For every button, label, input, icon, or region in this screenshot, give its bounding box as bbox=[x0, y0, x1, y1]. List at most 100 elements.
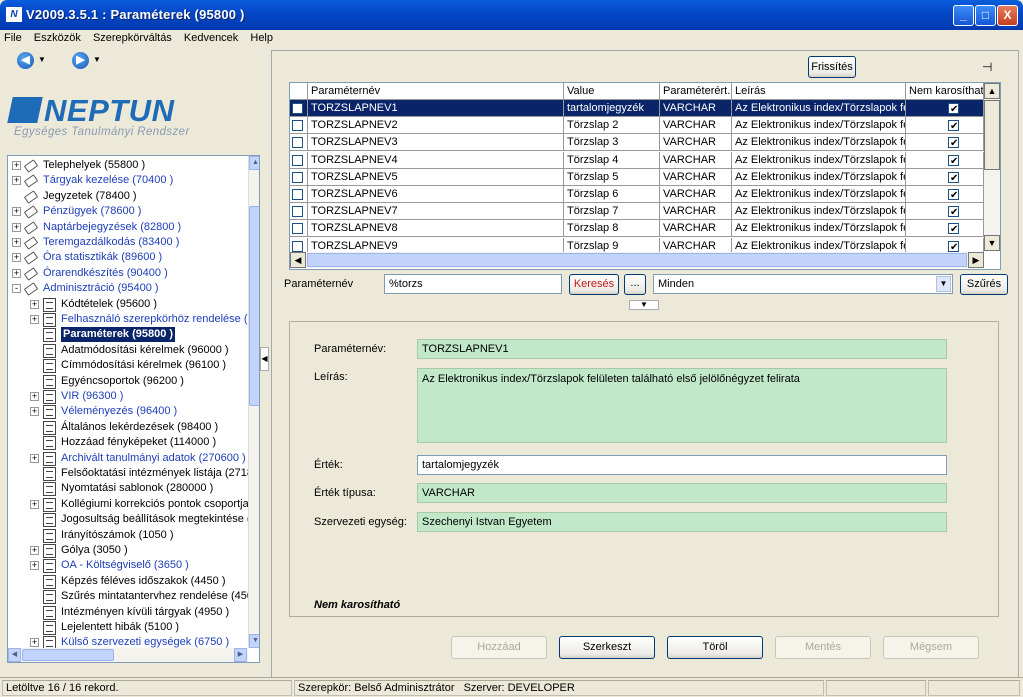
scroll-thumb[interactable] bbox=[307, 253, 967, 267]
nonmodifiable-checkbox[interactable] bbox=[948, 118, 959, 133]
scroll-right-icon[interactable]: ▶ bbox=[968, 252, 984, 268]
cell-type[interactable]: VARCHAR bbox=[660, 168, 732, 186]
tree-item[interactable]: + Felhasználó szerepkörhöz rendelése (9 bbox=[8, 312, 254, 327]
expand-icon[interactable]: + bbox=[30, 638, 39, 648]
col-header-description[interactable]: Leírás bbox=[732, 83, 906, 100]
cell-name[interactable]: TORZSLAPNEV5 bbox=[308, 168, 564, 186]
row-select-checkbox[interactable] bbox=[292, 223, 303, 235]
expand-icon[interactable]: + bbox=[12, 161, 21, 170]
table-row[interactable]: TORZSLAPNEV1 tartalomjegyzék VARCHAR Az Ele… bbox=[290, 100, 984, 117]
cell-value[interactable]: Törzslap 5 bbox=[564, 168, 660, 186]
ellipsis-button[interactable]: ... bbox=[624, 274, 646, 295]
cell-name[interactable]: TORZSLAPNEV8 bbox=[308, 220, 564, 238]
row-select-checkbox[interactable] bbox=[292, 103, 303, 114]
cell-value[interactable]: tartalomjegyzék bbox=[564, 100, 660, 117]
expand-icon[interactable]: + bbox=[30, 499, 39, 509]
table-row[interactable]: TORZSLAPNEV8 Törzslap 8 VARCHAR Az Elektron… bbox=[290, 220, 984, 238]
detail-description-field[interactable]: Az Elektronikus index/Törzslapok felület… bbox=[417, 368, 947, 443]
cell-type[interactable]: VARCHAR bbox=[660, 100, 732, 117]
row-select-cell[interactable] bbox=[290, 186, 308, 203]
tree-item[interactable]: Irányítószámok (1050 ) bbox=[8, 528, 248, 543]
expand-icon[interactable]: + bbox=[30, 546, 39, 555]
tree-item[interactable]: Adatmódosítási kérelmek (96000 ) bbox=[8, 343, 248, 358]
tree-item[interactable]: + Órarendkészítés (90400 ) bbox=[8, 266, 248, 281]
close-button[interactable]: X bbox=[997, 5, 1018, 26]
scroll-up-icon[interactable]: ▲ bbox=[984, 83, 1000, 99]
expand-icon[interactable]: + bbox=[12, 176, 21, 186]
cell-nonmodifiable[interactable] bbox=[906, 134, 984, 152]
collapse-icon[interactable]: - bbox=[12, 284, 21, 294]
cell-description[interactable]: Az Elektronikus index/Törzslapok felü bbox=[732, 134, 906, 152]
table-row[interactable]: TORZSLAPNEV4 Törzslap 4 VARCHAR Az Elektron… bbox=[290, 151, 984, 169]
tree-item[interactable]: + Naptárbejegyzések (82800 ) bbox=[8, 220, 248, 235]
table-row[interactable]: TORZSLAPNEV5 Törzslap 5 VARCHAR Az Elektron… bbox=[290, 168, 984, 186]
cell-type[interactable]: VARCHAR bbox=[660, 186, 732, 203]
add-button[interactable]: Hozzáad bbox=[451, 636, 547, 659]
back-dropdown-icon[interactable]: ▼ bbox=[38, 55, 46, 64]
cell-description[interactable]: Az Elektronikus index/Törzslapok felü bbox=[732, 117, 906, 135]
cell-name[interactable]: TORZSLAPNEV6 bbox=[308, 186, 564, 203]
tree-item[interactable]: Címmódosítási kérelmek (96100 ) bbox=[8, 358, 248, 374]
scroll-thumb[interactable] bbox=[22, 649, 114, 661]
detail-org-unit-field[interactable]: Szechenyi Istvan Egyetem bbox=[417, 512, 947, 532]
title-bar[interactable]: N V2009.3.5.1 : Paraméterek (95800 ) _ □… bbox=[0, 0, 1023, 30]
cell-name[interactable]: TORZSLAPNEV1 bbox=[308, 100, 564, 117]
row-select-checkbox[interactable] bbox=[292, 120, 303, 132]
tree-item[interactable]: + Pénzügyek (78600 ) bbox=[8, 204, 248, 219]
tree-item[interactable]: Lejelentett hibák (5100 ) bbox=[8, 620, 248, 635]
grid-horizontal-scrollbar[interactable]: ◀ ▶ bbox=[290, 252, 984, 268]
cell-type[interactable]: VARCHAR bbox=[660, 117, 732, 135]
tree-item[interactable]: + Véleményezés (96400 ) bbox=[8, 404, 248, 420]
scroll-left-icon[interactable]: ◀ bbox=[8, 648, 21, 662]
parameter-name-filter-input[interactable]: %torzs bbox=[384, 274, 562, 294]
cell-name[interactable]: TORZSLAPNEV7 bbox=[308, 203, 564, 221]
cell-value[interactable]: Törzslap 6 bbox=[564, 186, 660, 203]
cell-nonmodifiable[interactable] bbox=[906, 100, 984, 117]
collapse-detail-icon[interactable]: ▼ bbox=[629, 300, 659, 310]
tree-item[interactable]: Felsőoktatási intézmények listája (2718 bbox=[8, 466, 253, 481]
grid-select-header[interactable] bbox=[290, 83, 308, 100]
back-arrow-icon[interactable]: ◀ bbox=[17, 52, 34, 69]
tree-item[interactable]: Szűrés mintatantervhez rendelése (450 bbox=[8, 589, 253, 605]
expand-icon[interactable]: + bbox=[30, 561, 39, 571]
cell-nonmodifiable[interactable] bbox=[906, 151, 984, 169]
row-select-cell[interactable] bbox=[290, 151, 308, 169]
cell-value[interactable]: Törzslap 8 bbox=[564, 220, 660, 238]
tree-item[interactable]: + Óra statisztikák (89600 ) bbox=[8, 250, 248, 266]
tree-item[interactable]: Jogosultság beállítások megtekintése ( bbox=[8, 512, 251, 528]
nonmodifiable-checkbox[interactable] bbox=[948, 170, 959, 185]
detail-value-field[interactable]: tartalomjegyzék bbox=[417, 455, 947, 475]
cell-nonmodifiable[interactable] bbox=[906, 220, 984, 238]
nonmodifiable-checkbox[interactable] bbox=[948, 101, 959, 116]
cell-nonmodifiable[interactable] bbox=[906, 186, 984, 203]
col-header-type[interactable]: Paraméterért... bbox=[660, 83, 732, 100]
row-select-cell[interactable] bbox=[290, 134, 308, 152]
cell-value[interactable]: Törzslap 3 bbox=[564, 134, 660, 152]
row-select-checkbox[interactable] bbox=[292, 137, 303, 149]
cell-description[interactable]: Az Elektronikus index/Törzslapok felü bbox=[732, 151, 906, 169]
row-select-cell[interactable] bbox=[290, 220, 308, 238]
cell-nonmodifiable[interactable] bbox=[906, 117, 984, 135]
cell-description[interactable]: Az Elektronikus index/Törzslapok felü bbox=[732, 100, 906, 117]
menu-help[interactable]: Help bbox=[250, 30, 273, 47]
tree-item[interactable]: + Tárgyak kezelése (70400 ) bbox=[8, 173, 248, 189]
cell-type[interactable]: VARCHAR bbox=[660, 134, 732, 152]
cell-name[interactable]: TORZSLAPNEV4 bbox=[308, 151, 564, 169]
row-select-checkbox[interactable] bbox=[292, 171, 303, 183]
forward-dropdown-icon[interactable]: ▼ bbox=[93, 55, 101, 64]
nonmodifiable-checkbox[interactable] bbox=[948, 153, 959, 168]
grid-vertical-scrollbar[interactable]: ▲ ▼ bbox=[984, 83, 1000, 251]
pin-icon[interactable]: ⊣ bbox=[982, 60, 992, 74]
forward-arrow-icon[interactable]: ▶ bbox=[72, 52, 89, 69]
filter-button[interactable]: Szűrés bbox=[960, 274, 1008, 295]
col-header-name[interactable]: Paraméternév bbox=[308, 83, 564, 100]
cell-description[interactable]: Az Elektronikus index/Törzslapok felü bbox=[732, 186, 906, 203]
tree-item[interactable]: Paraméterek (95800 ) bbox=[8, 327, 248, 343]
tree-item[interactable]: + Archivált tanulmányi adatok (270600 ) bbox=[8, 451, 248, 466]
tree-item[interactable]: + Telephelyek (55800 ) bbox=[8, 158, 248, 173]
menu-favorites[interactable]: Kedvencek bbox=[184, 30, 238, 47]
tree-item[interactable]: + Kollégiumi korrekciós pontok csoportjai bbox=[8, 497, 251, 512]
nonmodifiable-checkbox[interactable] bbox=[948, 204, 959, 219]
save-button[interactable]: Mentés bbox=[775, 636, 871, 659]
row-select-cell[interactable] bbox=[290, 117, 308, 135]
